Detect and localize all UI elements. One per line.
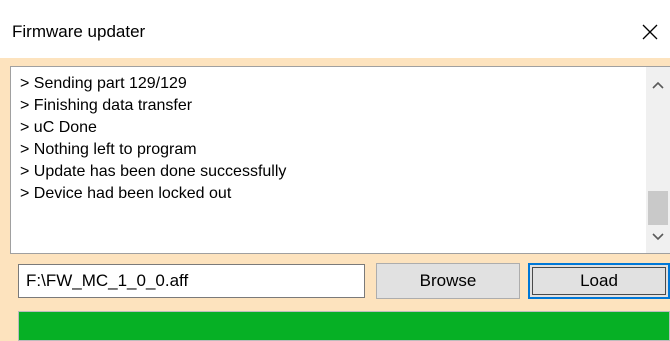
browse-button[interactable]: Browse <box>376 263 520 299</box>
title-bar: Firmware updater <box>0 0 670 58</box>
log-line: > Finishing data transfer <box>20 97 193 114</box>
firmware-updater-window: Firmware updater > Sending part 129/129 >… <box>0 0 670 341</box>
load-button[interactable]: Load <box>528 263 670 299</box>
log-line: > Device had been locked out <box>20 185 232 202</box>
chevron-down-icon <box>652 233 664 241</box>
close-icon <box>642 24 658 40</box>
log-line: > Sending part 129/129 <box>20 75 187 92</box>
progress-bar-fill <box>19 312 669 340</box>
chevron-up-icon <box>652 81 664 89</box>
log-line: > uC Done <box>20 119 97 136</box>
scroll-up-button[interactable] <box>646 73 670 97</box>
progress-bar <box>18 311 670 341</box>
scroll-thumb[interactable] <box>648 191 668 225</box>
scroll-down-button[interactable] <box>646 225 670 249</box>
window-title: Firmware updater <box>12 22 146 41</box>
log-line: > Nothing left to program <box>20 141 197 158</box>
firmware-file-path-input[interactable] <box>18 264 365 298</box>
log-line: > Update has been done successfully <box>20 163 287 180</box>
close-button[interactable] <box>630 12 670 52</box>
log-output[interactable]: > Sending part 129/129 > Finishing data t… <box>10 66 670 254</box>
log-lines: > Sending part 129/129 > Finishing data t… <box>20 73 286 205</box>
vertical-scrollbar[interactable] <box>646 67 670 253</box>
